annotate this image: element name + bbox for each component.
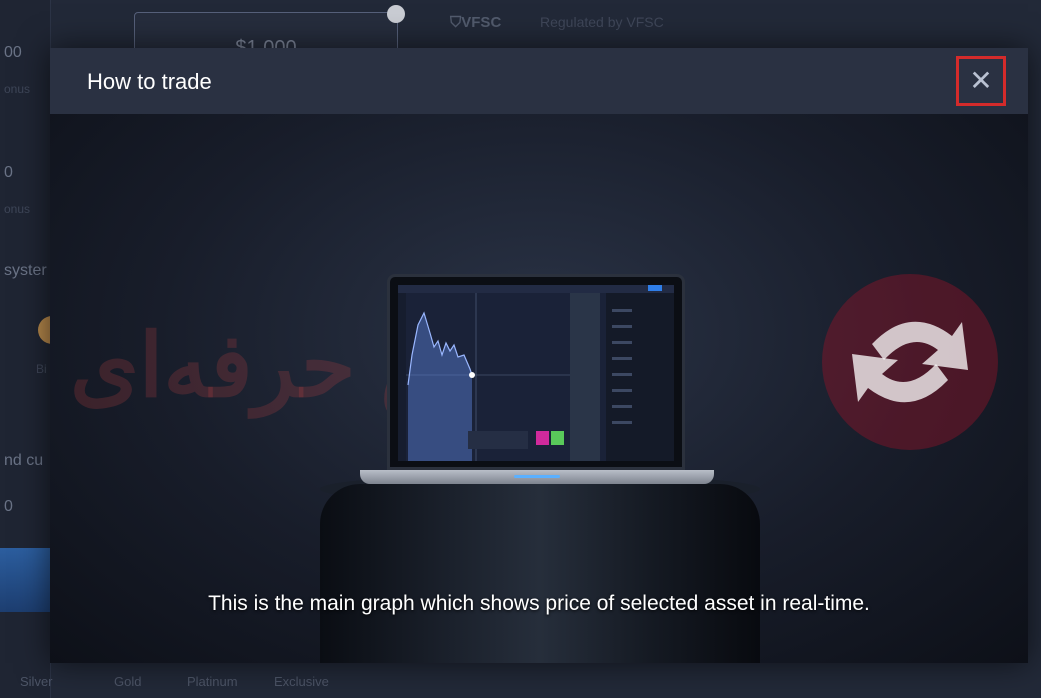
background-regulated-text: Regulated by VFSC: [540, 14, 664, 30]
pedestal: [320, 484, 760, 663]
tutorial-video[interactable]: فارکس حرفه‌ای: [50, 114, 1028, 663]
trading-chart-display: [398, 285, 674, 461]
tab-gold[interactable]: Gold: [114, 674, 141, 689]
laptop-screen: [387, 274, 685, 470]
background-regulator-logo: ⛉VFSC: [450, 14, 502, 31]
background-system-label: syster: [4, 262, 47, 279]
modal-header: How to trade ✕: [50, 48, 1028, 114]
background-bonus-value-1: 00: [4, 44, 22, 61]
close-button[interactable]: ✕: [956, 56, 1006, 106]
background-slider-knob: [387, 5, 405, 23]
tab-silver[interactable]: Silver: [20, 674, 53, 689]
tab-platinum[interactable]: Platinum: [187, 674, 238, 689]
background-blue-banner: [0, 548, 50, 612]
close-icon[interactable]: ✕: [969, 65, 992, 96]
video-subtitle: This is the main graph which shows price…: [208, 592, 870, 615]
background-bonus-value-2: 0: [4, 164, 13, 181]
background-currency-value: 0: [4, 498, 13, 515]
background-bonus-label-2: onus: [4, 202, 31, 216]
how-to-trade-modal: How to trade ✕ فارکس حرفه‌ای: [50, 48, 1028, 663]
refresh-arrows-icon: [822, 274, 998, 450]
background-bonus-label-1: onus: [4, 82, 31, 96]
tab-exclusive[interactable]: Exclusive: [274, 674, 329, 689]
modal-title: How to trade: [87, 69, 212, 94]
vfsc-shield-icon: ⛉: [450, 14, 462, 31]
page: $1,000 ⛉VFSC Regulated by VFSC 00 onus 0…: [0, 0, 1041, 698]
background-currency-label: nd cu: [4, 452, 44, 469]
background-coin-label: Bi: [36, 362, 47, 376]
laptop-light: [514, 475, 560, 478]
